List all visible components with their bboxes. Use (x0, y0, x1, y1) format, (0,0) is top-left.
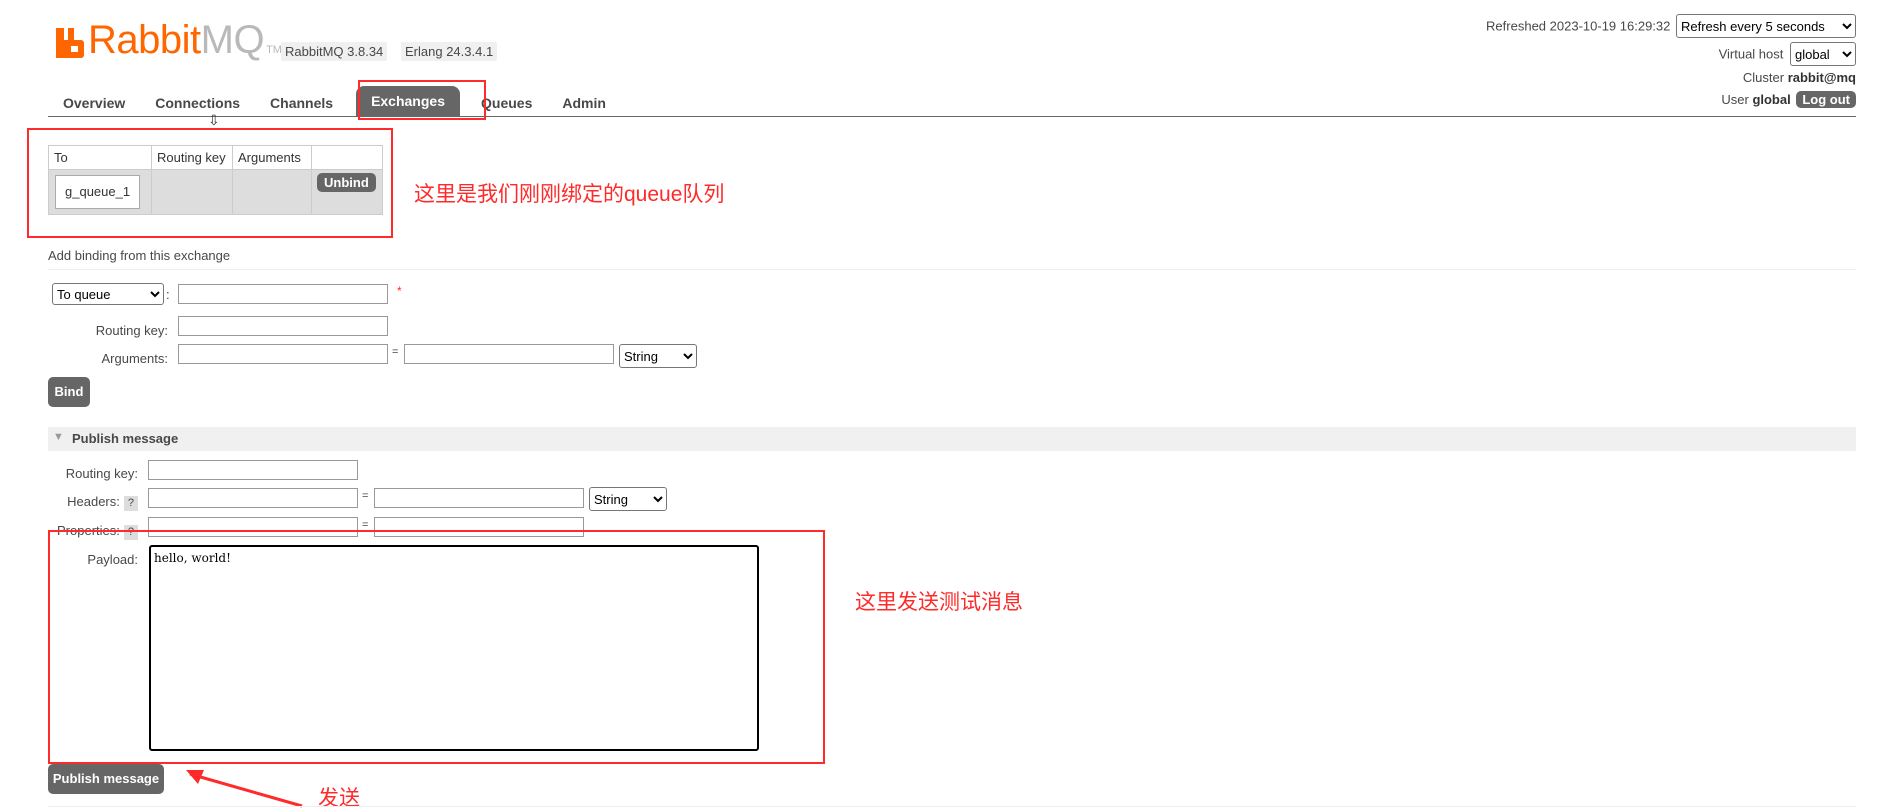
binding-annotation: 这里是我们刚刚绑定的queue队列 (414, 183, 725, 206)
binding-argument-key-input[interactable] (178, 344, 388, 364)
cluster-name: rabbit@mq (1787, 70, 1856, 85)
vhost-label: Virtual host (1718, 46, 1784, 62)
publish-section-title: Publish message (72, 431, 179, 446)
rabbitmq-logo: Rabbit MQ TM (56, 18, 282, 62)
nav-divider (48, 116, 1856, 117)
binding-argument-type-select[interactable]: String (619, 344, 697, 368)
tab-admin[interactable]: Admin (547, 90, 621, 116)
red-arrow-icon (186, 770, 303, 808)
destination-type-select[interactable]: To queue (52, 283, 164, 305)
destination-input[interactable] (178, 284, 388, 304)
exchanges-tab-highlight (358, 80, 486, 120)
publish-routing-key-label: Routing key: (65, 466, 138, 481)
binding-routing-key-input[interactable] (178, 316, 388, 336)
refresh-row: Refreshed 2023-10-19 16:29:32 Refresh ev… (1486, 14, 1856, 38)
down-arrow-icon: ⇩ (208, 112, 220, 128)
publish-routing-key-input[interactable] (148, 460, 358, 480)
logo-trademark: TM (266, 44, 282, 56)
header-type-select[interactable]: String (589, 487, 667, 511)
publish-message-button[interactable]: Publish message (48, 764, 164, 794)
publish-section-header[interactable]: ▼ Publish message (48, 427, 1856, 451)
user-row: User global Log out (1721, 91, 1856, 108)
bindings-highlight (27, 128, 393, 238)
binding-arguments-label: Arguments: (101, 351, 168, 366)
vhost-row: Virtual host global (1719, 42, 1856, 66)
refresh-interval-select[interactable]: Refresh every 5 seconds (1676, 14, 1856, 38)
cluster-label: Cluster (1742, 70, 1785, 85)
refreshed-label: Refreshed (1486, 18, 1547, 34)
required-mark: * (397, 284, 402, 298)
user-name: global (1752, 92, 1791, 107)
add-binding-title: Add binding from this exchange (48, 248, 1856, 270)
tab-connections[interactable]: Connections (140, 90, 255, 116)
binding-argument-value-input[interactable] (404, 344, 614, 364)
logout-button[interactable]: Log out (1796, 91, 1856, 108)
collapse-triangle-icon: ▼ (53, 431, 64, 443)
binding-routing-key-label: Routing key: (95, 323, 168, 338)
rabbitmq-version: RabbitMQ 3.8.34 (281, 42, 388, 61)
send-test-annotation: 这里发送测试消息 (855, 591, 1023, 614)
header-key-input[interactable] (148, 488, 358, 508)
logo-text-mq: MQ (200, 18, 265, 62)
user-label: User (1721, 92, 1749, 107)
binding-argument-equals: = (392, 346, 399, 358)
headers-label: Headers: (67, 494, 120, 509)
header-value-input[interactable] (374, 488, 584, 508)
erlang-version: Erlang 24.3.4.1 (401, 42, 498, 61)
headers-label-row: Headers:? (40, 494, 138, 511)
destination-colon: : (166, 287, 170, 302)
header-equals: = (362, 490, 369, 502)
headers-help-icon[interactable]: ? (123, 496, 138, 511)
refreshed-timestamp: 2023-10-19 16:29:32 (1549, 18, 1671, 34)
logo-text-rabbit: Rabbit (88, 18, 201, 62)
tab-channels[interactable]: Channels (255, 90, 348, 116)
vhost-select[interactable]: global (1790, 42, 1856, 66)
tab-overview[interactable]: Overview (48, 90, 140, 116)
payload-highlight (48, 530, 825, 764)
bind-button[interactable]: Bind (48, 377, 90, 407)
rabbitmq-logo-icon (56, 28, 86, 58)
cluster-row: Cluster rabbit@mq (1743, 70, 1856, 85)
main-nav: Overview Connections Channels Exchanges … (48, 86, 621, 116)
bottom-divider (48, 806, 1856, 807)
